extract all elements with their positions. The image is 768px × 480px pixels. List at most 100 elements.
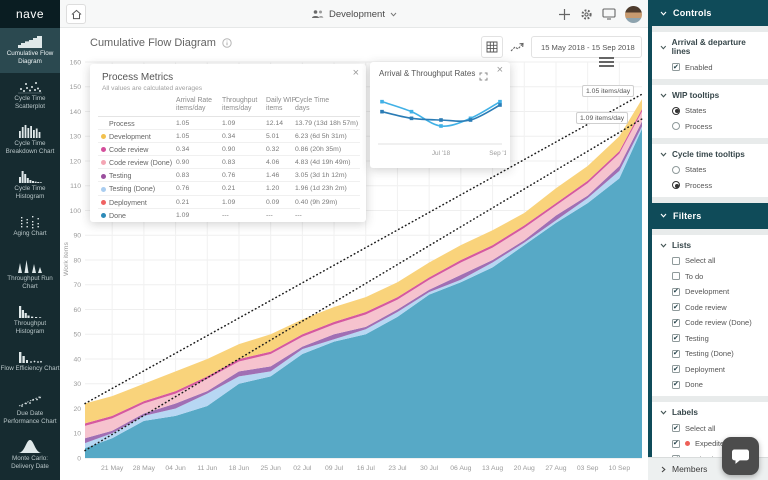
cfd-chart-icon xyxy=(18,36,42,48)
chart-view-button[interactable] xyxy=(506,36,528,58)
checkbox-control xyxy=(672,349,680,358)
state-color-dot xyxy=(101,186,106,192)
grid-icon xyxy=(486,41,498,53)
metric-value: 1.09 xyxy=(222,120,236,127)
rates-mini-chart[interactable]: Jul '18 Sep '18 xyxy=(374,84,506,162)
checkbox-code-review-done-[interactable]: Code review (Done) xyxy=(672,318,762,327)
sidebar-item-flow-efficiency-chart[interactable]: Flow Efficiency Chart xyxy=(0,343,60,388)
settings-button[interactable] xyxy=(580,8,593,21)
checkbox-select-all[interactable]: Select all xyxy=(672,424,762,433)
svg-text:150: 150 xyxy=(70,84,82,91)
section-title[interactable]: Cycle time tooltips xyxy=(660,150,762,159)
arrival-rate-annotation: 1.05 items/day xyxy=(582,85,635,97)
state-color-dot xyxy=(101,173,106,179)
table-view-button[interactable] xyxy=(481,36,503,58)
sidebar-item-throughput-histogram[interactable]: Throughput Histogram xyxy=(0,298,60,343)
section-title[interactable]: WIP tooltips xyxy=(660,91,762,100)
sidebar-item-throughput-run-chart[interactable]: Throughput Run Chart xyxy=(0,253,60,298)
metric-value: --- xyxy=(222,211,229,219)
chevron-right-icon xyxy=(661,466,666,472)
chevron-down-icon xyxy=(660,11,667,16)
chevron-down-icon xyxy=(660,243,667,248)
section-title[interactable]: Labels xyxy=(660,408,762,417)
display-button[interactable] xyxy=(602,8,616,20)
sidebar-item-aging-chart[interactable]: Aging Chart xyxy=(0,208,60,253)
close-icon[interactable]: × xyxy=(497,64,503,76)
metric-value: 1.96 (1d 23h 2m) xyxy=(295,185,347,193)
option-label: Code review (Done) xyxy=(685,318,752,327)
sidebar-item-cycle-time-histogram[interactable]: Cycle Time Histogram xyxy=(0,163,60,208)
add-button[interactable] xyxy=(558,8,571,21)
aging-chart-icon xyxy=(21,216,39,229)
checkbox-enabled[interactable]: Enabled xyxy=(672,63,762,72)
radio-process[interactable]: Process xyxy=(672,122,762,131)
metric-value: 4.06 xyxy=(266,159,280,167)
sidebar-item-label: Cycle Time Scatterplot xyxy=(14,95,46,110)
metric-value: 0.76 xyxy=(176,185,190,193)
sidebar-section-lists: Lists Select all To do Development Code revi… xyxy=(652,234,768,396)
radio-control xyxy=(672,165,680,174)
radio-states[interactable]: States xyxy=(672,106,762,115)
section-title-label: WIP tooltips xyxy=(672,90,720,100)
checkbox-deployment[interactable]: Deployment xyxy=(672,365,762,374)
info-icon[interactable] xyxy=(222,38,232,48)
checkbox-control xyxy=(672,380,680,389)
metric-value: 1.09 xyxy=(222,198,236,206)
svg-text:23 Jul: 23 Jul xyxy=(388,465,407,472)
sidebar-item-monte-carlo-delivery-date[interactable]: Monte Carlo: Delivery Date xyxy=(0,433,60,478)
radio-process[interactable]: Process xyxy=(672,181,762,190)
nave-logo: nave xyxy=(0,0,60,28)
metric-value: 0.83 xyxy=(176,172,190,180)
date-range-picker[interactable]: 15 May 2018 - 15 Sep 2018 xyxy=(531,36,642,58)
metric-value: 1.46 xyxy=(266,172,280,180)
table-row: Development 1.05 0.34 5.01 6.23 (6d 5h 31m) xyxy=(98,130,360,144)
metric-value: 0.40 (9h 29m) xyxy=(295,198,338,206)
plus-icon xyxy=(559,8,570,20)
column-header: Daily WIP items xyxy=(266,97,297,112)
chat-button[interactable] xyxy=(722,437,759,475)
avatar[interactable] xyxy=(625,5,642,23)
right-sidebar: Controls Arrival & departure lines Enable… xyxy=(648,0,768,480)
checkbox-control xyxy=(672,365,680,373)
radio-control xyxy=(672,181,680,189)
checkbox-development[interactable]: Development xyxy=(672,287,762,296)
table-row: Code review (Done) 0.90 0.83 4.06 4.83 (4d 1… xyxy=(98,156,360,170)
checkbox-control xyxy=(672,318,680,327)
checkbox-control xyxy=(672,256,680,265)
members-label: Members xyxy=(672,464,708,474)
chevron-down-icon xyxy=(660,213,667,218)
svg-text:27 Aug: 27 Aug xyxy=(545,465,566,472)
checkbox-done[interactable]: Done xyxy=(672,380,762,389)
sidebar-item-cycle-time-scatterplot[interactable]: Cycle Time Scatterplot xyxy=(0,73,60,118)
sidebar-item-cycle-time-breakdown-chart[interactable]: Cycle Time Breakdown Chart xyxy=(0,118,60,163)
sidebar-item-label: Cycle Time Breakdown Chart xyxy=(5,140,55,155)
option-label: Testing (Done) xyxy=(685,349,734,358)
close-icon[interactable]: × xyxy=(353,67,359,79)
checkbox-testing[interactable]: Testing xyxy=(672,334,762,343)
option-label: To do xyxy=(685,271,704,281)
svg-text:Sep '18: Sep '18 xyxy=(489,150,506,157)
checkbox-testing-done-[interactable]: Testing (Done) xyxy=(672,349,762,358)
section-title[interactable]: Arrival & departure lines xyxy=(660,38,762,56)
svg-text:60: 60 xyxy=(73,307,81,314)
svg-text:160: 160 xyxy=(70,59,82,66)
checkbox-code-review[interactable]: Code review xyxy=(672,303,762,312)
controls-accordion-header[interactable]: Controls xyxy=(648,0,768,26)
sidebar-item-cumulative-flow-diagram[interactable]: Cumulative Flow Diagram xyxy=(0,28,60,73)
section-title[interactable]: Lists xyxy=(660,241,762,250)
process-metrics-title: Process Metrics xyxy=(102,72,174,83)
state-color-dot xyxy=(101,199,106,205)
metric-value: 5.01 xyxy=(266,133,280,141)
radio-states[interactable]: States xyxy=(672,165,762,174)
filters-accordion-header[interactable]: Filters xyxy=(648,202,768,229)
sidebar-item-label: Due Date Performance Chart xyxy=(3,410,57,425)
process-metrics-panel: Process Metrics All values are calculate… xyxy=(90,64,366,222)
metric-value: 1.20 xyxy=(266,185,280,193)
sidebar-item-due-date-performance-chart[interactable]: Due Date Performance Chart xyxy=(0,388,60,433)
filters-header-label: Filters xyxy=(673,210,702,221)
metric-value: 0.86 (20h 35m) xyxy=(295,146,342,154)
checkbox-select-all[interactable]: Select all xyxy=(672,256,762,265)
checkbox-to-do[interactable]: To do xyxy=(672,272,762,281)
chart-menu-button[interactable] xyxy=(599,57,614,68)
chevron-down-icon xyxy=(660,45,667,50)
